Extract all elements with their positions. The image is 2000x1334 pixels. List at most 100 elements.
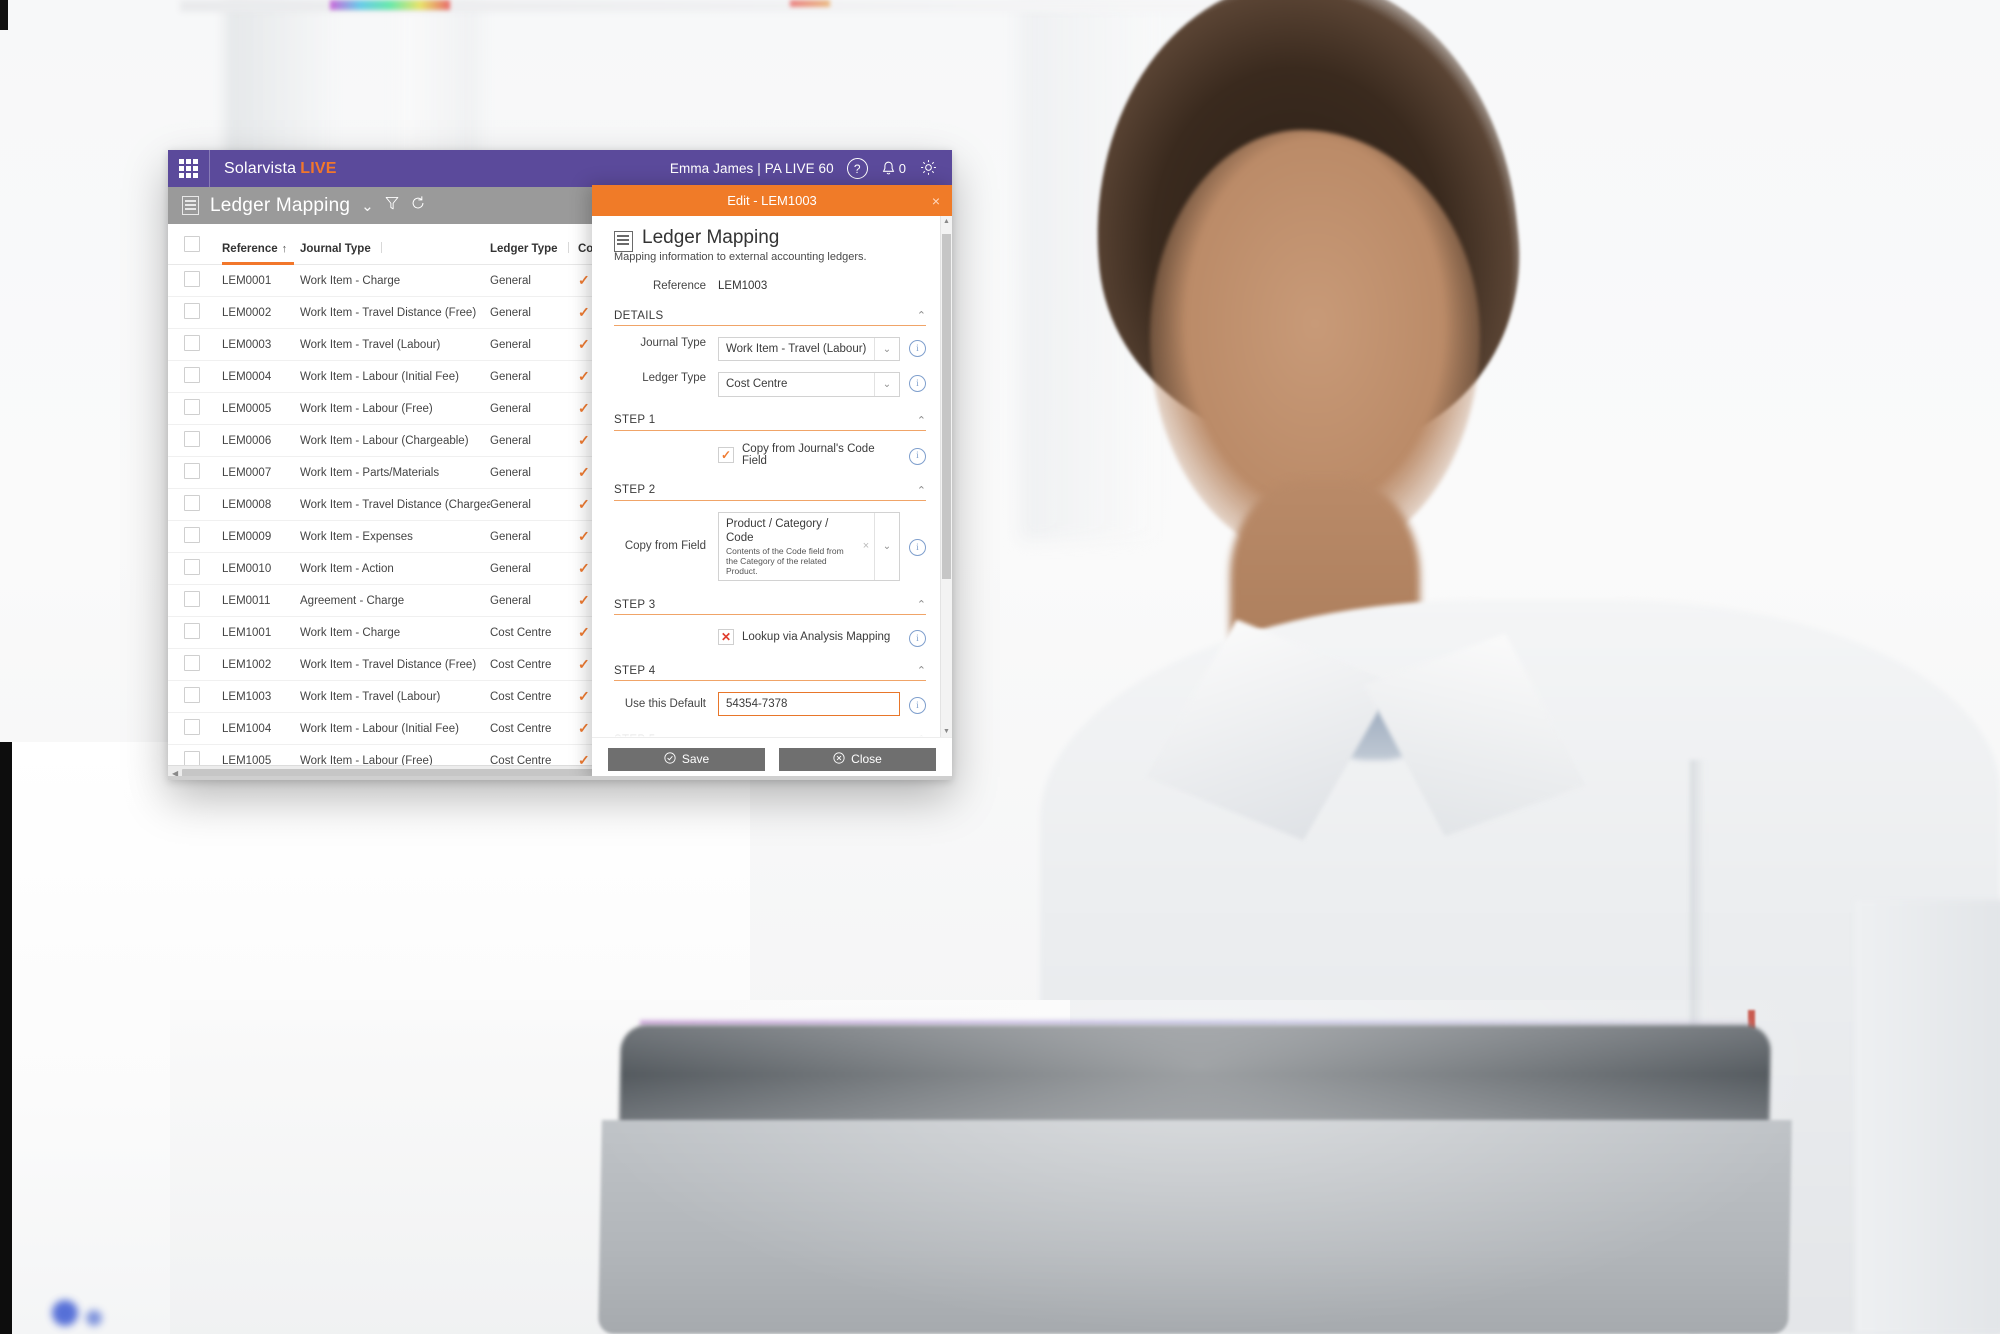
refresh-glyph — [412, 196, 424, 209]
check-icon: ✓ — [578, 336, 590, 352]
chevron-up-icon[interactable]: ⌃ — [917, 414, 926, 427]
chevron-down-icon[interactable]: ⌄ — [874, 512, 899, 581]
check-icon: ✓ — [578, 592, 590, 608]
copy-from-journal-code-checkbox[interactable]: ✓ — [718, 446, 734, 463]
column-divider — [380, 242, 382, 253]
ledger-type-select[interactable]: Cost Centre ⌄ — [718, 372, 900, 397]
reference-row: Reference LEM1003 — [614, 280, 926, 292]
section-step-1-header[interactable]: STEP 1 ⌃ — [614, 414, 926, 431]
column-header-reference[interactable]: Reference ↑ — [222, 224, 300, 265]
user-account-label[interactable]: Emma James | PA LIVE 60 — [670, 161, 834, 176]
row-checkbox[interactable] — [184, 719, 200, 735]
section-step-2-title: STEP 2 — [614, 484, 656, 497]
gear-icon[interactable] — [919, 158, 938, 180]
dialog-subtitle: Mapping information to external accounti… — [614, 251, 867, 263]
select-all-header — [168, 224, 222, 265]
apps-grid-icon[interactable] — [168, 150, 210, 187]
cell-ledger-type: General — [490, 392, 578, 425]
cell-ledger-type: General — [490, 584, 578, 617]
dialog-scrollbar-thumb[interactable] — [942, 234, 951, 579]
section-details-header[interactable]: DETAILS ⌃ — [614, 309, 926, 326]
chevron-down-icon[interactable]: ⌄ — [361, 197, 374, 215]
cell-ledger-type: Cost Centre — [490, 680, 578, 713]
row-checkbox[interactable] — [184, 495, 200, 511]
save-button[interactable]: Save — [608, 747, 765, 771]
row-select-cell — [168, 264, 222, 297]
cell-reference: LEM1003 — [222, 680, 300, 713]
row-checkbox[interactable] — [184, 655, 200, 671]
check-icon: ✓ — [578, 528, 590, 544]
cell-reference: LEM0006 — [222, 424, 300, 457]
row-select-cell — [168, 328, 222, 361]
row-select-cell — [168, 360, 222, 393]
row-select-cell — [168, 456, 222, 489]
help-icon[interactable]: ? — [846, 158, 868, 179]
cell-ledger-type: General — [490, 456, 578, 489]
section-step-4-title: STEP 4 — [614, 664, 656, 677]
lookup-via-analysis-mapping-label: Lookup via Analysis Mapping — [742, 631, 891, 644]
info-icon[interactable]: i — [909, 375, 926, 393]
reference-value: LEM1003 — [718, 280, 768, 292]
row-checkbox[interactable] — [184, 303, 200, 319]
column-header-ledger-type[interactable]: Ledger Type — [490, 224, 578, 265]
chevron-up-icon[interactable]: ⌃ — [917, 664, 926, 677]
chevron-down-icon[interactable]: ⌄ — [874, 338, 899, 361]
scroll-down-arrow[interactable]: ▼ — [941, 728, 952, 735]
info-icon[interactable]: i — [909, 447, 926, 465]
ledger-type-row: Ledger Type Cost Centre ⌄ i — [614, 372, 926, 397]
section-step-5-header[interactable]: STEP 5 ⌃ — [614, 733, 926, 737]
clear-icon[interactable]: × — [858, 513, 874, 580]
journal-type-row: Journal Type Work Item - Travel (Labour)… — [614, 337, 926, 362]
section-step-4-header[interactable]: STEP 4 ⌃ — [614, 664, 926, 682]
info-icon[interactable]: i — [909, 340, 926, 357]
close-icon[interactable]: × — [932, 194, 940, 208]
section-details: DETAILS ⌃ Journal Type Work Item - Trave… — [614, 309, 926, 397]
chevron-up-icon[interactable]: ⌃ — [917, 309, 926, 322]
dialog-heading-row: Ledger Mapping — [614, 228, 926, 252]
brand-topbar: Solarvista LIVE Emma James | PA LIVE 60 ?… — [168, 150, 952, 187]
background-left-dark-edge — [0, 742, 12, 1334]
ledger-type-label: Ledger Type — [642, 372, 706, 385]
lookup-via-analysis-mapping-checkbox[interactable]: ✕ — [718, 629, 734, 646]
dialog-vertical-scrollbar[interactable]: ▲ ▼ — [940, 216, 952, 737]
save-button-label: Save — [681, 752, 710, 766]
cell-reference: LEM0011 — [222, 584, 300, 617]
refresh-icon[interactable] — [410, 195, 426, 216]
select-all-checkbox[interactable] — [184, 236, 200, 252]
dialog-footer: Save Close — [592, 737, 952, 780]
background-color-strip — [330, 0, 450, 10]
info-icon[interactable]: i — [909, 630, 926, 648]
info-icon[interactable]: i — [909, 539, 926, 557]
row-checkbox[interactable] — [184, 399, 200, 415]
copy-from-field-select[interactable]: Product / Category / Code Contents of th… — [718, 511, 900, 582]
row-checkbox[interactable] — [184, 527, 200, 543]
background-blue-dot-2 — [86, 1310, 102, 1326]
row-select-cell — [168, 712, 222, 745]
row-checkbox[interactable] — [184, 591, 200, 607]
column-header-journal-type[interactable]: Journal Type — [300, 224, 490, 265]
row-checkbox[interactable] — [184, 271, 200, 287]
section-step-3-header[interactable]: STEP 3 ⌃ — [614, 598, 926, 616]
notifications-button[interactable]: 0 — [881, 161, 906, 177]
window-bottom-edge — [168, 776, 952, 780]
row-checkbox[interactable] — [184, 335, 200, 351]
check-icon: ✓ — [578, 560, 590, 576]
row-checkbox[interactable] — [184, 687, 200, 703]
filter-icon[interactable] — [385, 196, 399, 216]
chevron-up-icon[interactable]: ⌃ — [917, 598, 926, 611]
chevron-up-icon[interactable]: ⌃ — [917, 733, 926, 737]
use-this-default-input[interactable]: 54354-7378 — [718, 692, 900, 717]
row-checkbox[interactable] — [184, 463, 200, 479]
scroll-up-arrow[interactable]: ▲ — [941, 218, 952, 225]
row-checkbox[interactable] — [184, 623, 200, 639]
section-step-2-header[interactable]: STEP 2 ⌃ — [614, 484, 926, 501]
journal-type-select[interactable]: Work Item - Travel (Labour) ⌄ — [718, 337, 900, 362]
row-checkbox[interactable] — [184, 559, 200, 575]
chevron-up-icon[interactable]: ⌃ — [917, 484, 926, 497]
info-icon[interactable]: i — [909, 697, 926, 715]
chevron-down-icon[interactable]: ⌄ — [874, 373, 899, 396]
row-checkbox[interactable] — [184, 431, 200, 447]
cell-journal-type: Work Item - Travel Distance (Free) — [300, 648, 490, 681]
cancel-button[interactable]: Close — [779, 747, 936, 771]
row-checkbox[interactable] — [184, 367, 200, 383]
